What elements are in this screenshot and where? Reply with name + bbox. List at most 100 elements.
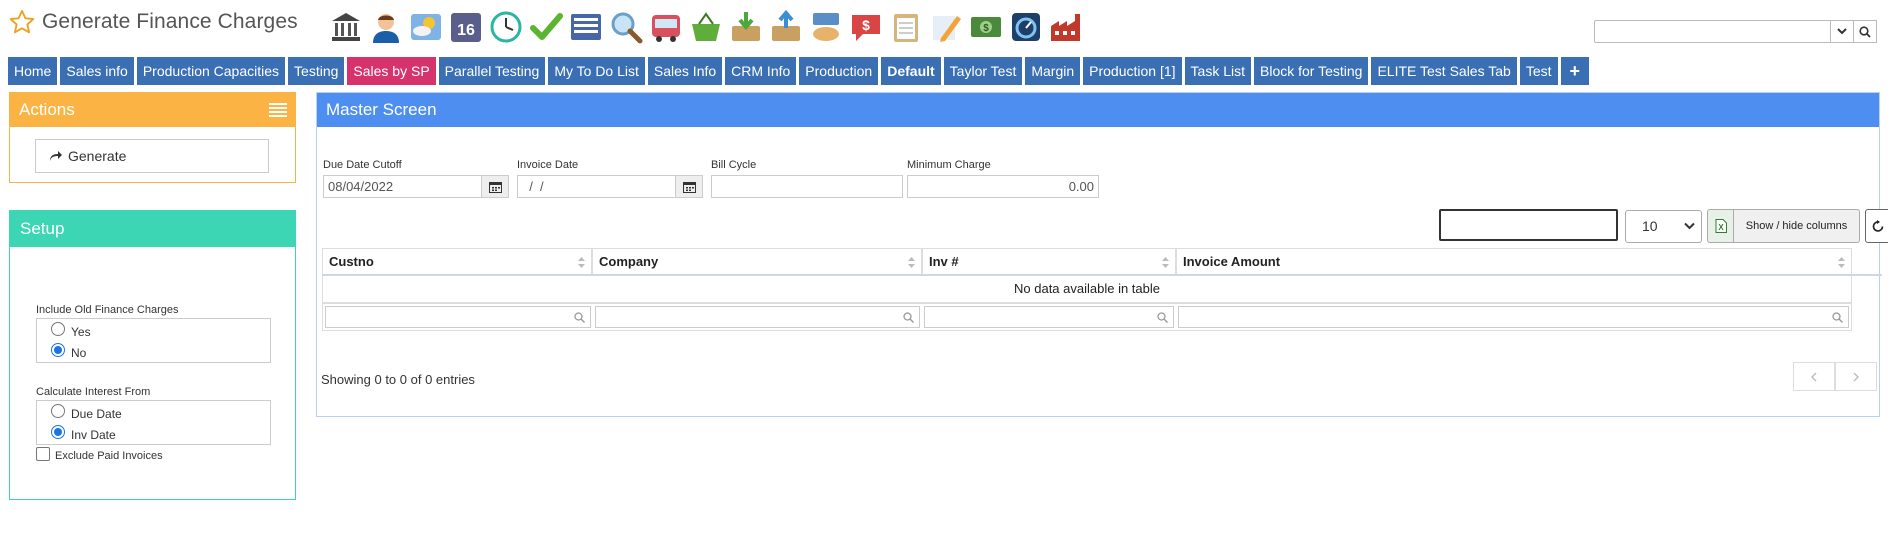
tab-home[interactable]: Home <box>8 57 58 85</box>
tab-crm-info[interactable]: CRM Info <box>725 57 797 85</box>
tachometer-icon[interactable] <box>1007 8 1044 45</box>
tab-elite-test-sales[interactable]: ELITE Test Sales Tab <box>1371 57 1517 85</box>
table-search-input[interactable] <box>1439 209 1618 241</box>
coin-hand-icon[interactable] <box>807 8 844 45</box>
invoice-date-input[interactable]: / / <box>517 175 676 198</box>
tab-sales-info[interactable]: Sales info <box>60 57 134 85</box>
old-charges-group: Yes No <box>36 318 271 363</box>
bank-icon[interactable] <box>327 8 364 45</box>
previous-page-button[interactable] <box>1793 362 1835 391</box>
bill-cycle-label: Bill Cycle <box>711 159 757 171</box>
refresh-button[interactable] <box>1865 209 1888 243</box>
page-size-select[interactable]: 10 <box>1625 210 1702 243</box>
table-info-text: Showing 0 to 0 of 0 entries <box>321 372 475 387</box>
hamburger-menu-icon[interactable] <box>269 103 287 117</box>
money-icon[interactable]: $ <box>967 8 1004 45</box>
invoice-date-calendar-button[interactable] <box>675 175 703 198</box>
show-hide-columns-button[interactable]: Show / hide columns <box>1734 209 1860 243</box>
tab-test[interactable]: Test <box>1519 57 1558 85</box>
dollar-speech-icon[interactable]: $ <box>847 8 884 45</box>
invoice-amount-filter-input[interactable] <box>1177 306 1849 328</box>
sort-icon <box>1838 257 1845 268</box>
table-header-row: Custno Company Inv # Invoice Amount <box>322 248 1882 276</box>
master-screen-panel: Master Screen Due Date Cutoff 08/04/2022… <box>316 92 1888 417</box>
setup-panel: Setup Include Old Finance Charges Yes No… <box>9 210 296 500</box>
tab-task-list[interactable]: Task List <box>1184 57 1251 85</box>
column-header-invoice-amount[interactable]: Invoice Amount <box>1176 248 1852 274</box>
old-charges-yes-option[interactable]: Yes <box>51 321 270 342</box>
search-icon <box>903 312 915 323</box>
global-search-input[interactable] <box>1594 20 1831 43</box>
tab-production-capacities[interactable]: Production Capacities <box>136 57 286 85</box>
actions-title: Actions <box>19 100 75 119</box>
tab-margin[interactable]: Margin <box>1025 57 1081 85</box>
next-page-button[interactable] <box>1835 362 1877 391</box>
magnifier-icon[interactable] <box>607 8 644 45</box>
pencil-note-icon[interactable] <box>927 8 964 45</box>
old-charges-no-option[interactable]: No <box>51 342 270 363</box>
page-title: Generate Finance Charges <box>42 10 298 33</box>
tab-default[interactable]: Default <box>881 57 941 85</box>
due-date-cutoff-label: Due Date Cutoff <box>323 159 402 171</box>
checkmark-icon[interactable] <box>527 8 564 45</box>
interest-due-option[interactable]: Due Date <box>51 403 270 424</box>
tab-parallel-testing[interactable]: Parallel Testing <box>438 57 546 85</box>
tab-testing[interactable]: Testing <box>288 57 345 85</box>
old-charges-label: Include Old Finance Charges <box>36 304 179 316</box>
tab-block-for-testing[interactable]: Block for Testing <box>1254 57 1369 85</box>
interest-inv-radio[interactable] <box>51 424 65 439</box>
clipboard-icon[interactable] <box>887 8 924 45</box>
column-header-company[interactable]: Company <box>592 248 922 274</box>
add-tab-button[interactable]: + <box>1560 57 1590 85</box>
due-date-calendar-button[interactable] <box>481 175 509 198</box>
bus-icon[interactable] <box>647 8 684 45</box>
interest-from-label: Calculate Interest From <box>36 386 151 398</box>
interest-due-radio[interactable] <box>51 403 65 418</box>
calendar-icon <box>488 181 502 193</box>
share-arrow-icon <box>50 151 62 161</box>
interest-inv-option[interactable]: Inv Date <box>51 424 270 445</box>
page-size-value: 10 <box>1642 218 1658 234</box>
favorite-star-icon[interactable] <box>8 8 36 36</box>
bill-cycle-input[interactable] <box>711 175 903 198</box>
list-grid-icon[interactable] <box>567 8 604 45</box>
exclude-paid-option[interactable]: Exclude Paid Invoices <box>36 447 163 463</box>
export-excel-button[interactable]: X <box>1707 209 1734 243</box>
svg-text:16: 16 <box>457 22 475 39</box>
tab-my-to-do-list[interactable]: My To Do List <box>548 57 645 85</box>
old-charges-yes-radio[interactable] <box>51 321 65 336</box>
custno-filter-input[interactable] <box>325 306 591 328</box>
tab-production[interactable]: Production <box>799 57 879 85</box>
inbox-upload-icon[interactable] <box>767 8 804 45</box>
tab-production-1[interactable]: Production [1] <box>1083 57 1182 85</box>
column-header-label: Custno <box>329 254 374 269</box>
global-search-button[interactable] <box>1854 20 1877 43</box>
tab-sales-by-sp[interactable]: Sales by SP <box>347 57 436 85</box>
master-screen-header: Master Screen <box>317 93 1879 127</box>
column-header-custno[interactable]: Custno <box>322 248 592 274</box>
user-profile-icon[interactable] <box>367 8 404 45</box>
old-charges-no-radio[interactable] <box>51 342 65 357</box>
search-dropdown-button[interactable] <box>1831 20 1854 43</box>
column-header-inv-number[interactable]: Inv # <box>922 248 1176 274</box>
excel-icon: X <box>1715 219 1727 233</box>
calendar-icon <box>682 181 696 193</box>
generate-button[interactable]: Generate <box>35 139 269 173</box>
company-filter-input[interactable] <box>594 306 921 328</box>
inbox-download-icon[interactable] <box>727 8 764 45</box>
minimum-charge-input[interactable]: 0.00 <box>907 175 1099 198</box>
tab-taylor-test[interactable]: Taylor Test <box>943 57 1023 85</box>
exclude-paid-checkbox[interactable] <box>36 447 50 461</box>
factory-icon[interactable] <box>1047 8 1084 45</box>
search-icon <box>1157 312 1168 323</box>
clock-icon[interactable] <box>487 8 524 45</box>
calendar-16-icon[interactable]: 16 <box>447 8 484 45</box>
chevron-left-icon <box>1811 372 1817 381</box>
title-area: Generate Finance Charges <box>8 8 298 36</box>
pagination <box>1793 362 1877 391</box>
inv-number-filter-input[interactable] <box>924 306 1174 328</box>
due-date-cutoff-input[interactable]: 08/04/2022 <box>323 175 482 198</box>
tab-sales-info-2[interactable]: Sales Info <box>647 57 723 85</box>
weather-icon[interactable] <box>407 8 444 45</box>
basket-icon[interactable] <box>687 8 724 45</box>
